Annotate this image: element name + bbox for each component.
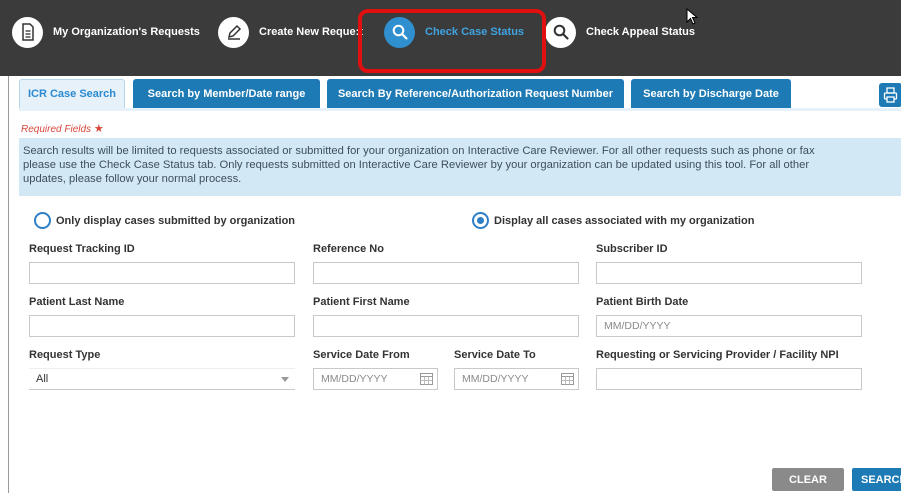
printer-icon[interactable] <box>879 83 901 107</box>
required-fields-text: Required Fields <box>21 124 92 135</box>
request-tracking-id-label: Request Tracking ID <box>29 243 135 255</box>
calendar-icon[interactable] <box>561 373 574 385</box>
request-tracking-id-input[interactable] <box>29 262 295 284</box>
search-button[interactable]: SEARCH <box>852 468 901 491</box>
tab-icr-case-search[interactable]: ICR Case Search <box>19 79 125 108</box>
info-line: Search results will be limited to reques… <box>23 145 815 157</box>
service-date-to-wrapper <box>454 368 579 390</box>
patient-first-name-label: Patient First Name <box>313 296 410 308</box>
nav-my-organizations-requests[interactable]: My Organization's Requests <box>12 16 200 48</box>
tab-search-by-member-date-range[interactable]: Search by Member/Date range <box>133 79 320 108</box>
radio-label: Display all cases associated with my org… <box>494 214 755 227</box>
calendar-icon[interactable] <box>420 373 433 385</box>
chevron-down-icon <box>281 377 289 382</box>
search-icon <box>545 16 576 48</box>
nav-label: Check Case Status <box>425 26 525 38</box>
nav-label: Check Appeal Status <box>586 26 696 38</box>
nav-label: My Organization's Requests <box>53 26 200 38</box>
tab-underline <box>19 108 901 111</box>
request-type-select[interactable]: All <box>29 368 295 390</box>
patient-birth-date-input[interactable] <box>596 315 862 337</box>
case-search-panel: ICR Case Search Search by Member/Date ra… <box>8 76 901 493</box>
reference-no-input[interactable] <box>313 262 579 284</box>
nav-check-case-status[interactable]: Check Case Status <box>384 16 524 48</box>
subscriber-id-label: Subscriber ID <box>596 243 668 255</box>
top-nav-bar: My Organization's Requests Create New Re… <box>0 0 901 76</box>
patient-first-name-input[interactable] <box>313 315 579 337</box>
service-date-from-wrapper <box>313 368 438 390</box>
radio-all-cases[interactable]: Display all cases associated with my org… <box>472 212 754 229</box>
patient-last-name-label: Patient Last Name <box>29 296 125 308</box>
info-line: updates, please follow your normal proce… <box>23 173 242 185</box>
required-fields-note: Required Fields ★ <box>21 122 104 135</box>
info-line: please use the Check Case Status tab. On… <box>23 159 810 171</box>
radio-label: Only display cases submitted by organiza… <box>56 214 296 227</box>
request-type-label: Request Type <box>29 349 101 361</box>
nav-create-new-request[interactable]: Create New Reque:t <box>218 16 363 48</box>
provider-npi-label: Requesting or Servicing Provider / Facil… <box>596 349 839 361</box>
tab-search-by-reference-number[interactable]: Search By Reference/Authorization Reques… <box>327 79 624 108</box>
mouse-cursor-icon <box>686 7 699 29</box>
radio-button[interactable] <box>34 212 51 229</box>
required-star-icon: ★ <box>93 123 104 135</box>
patient-last-name-input[interactable] <box>29 315 295 337</box>
document-icon <box>12 16 43 48</box>
request-type-value: All <box>36 373 49 385</box>
service-date-from-label: Service Date From <box>313 349 410 361</box>
search-icon <box>384 16 415 48</box>
nav-label: Create New Reque:t <box>259 26 363 38</box>
clear-button[interactable]: CLEAR <box>772 468 844 491</box>
service-date-to-label: Service Date To <box>454 349 536 361</box>
nav-check-appeal-status[interactable]: Check Appeal Status <box>545 16 695 48</box>
info-message: Search results will be limited to reques… <box>19 138 901 196</box>
radio-button-selected[interactable] <box>472 212 489 229</box>
tab-search-by-discharge-date[interactable]: Search by Discharge Date <box>631 79 791 108</box>
patient-birth-date-label: Patient Birth Date <box>596 296 689 308</box>
pencil-icon <box>218 16 249 48</box>
subscriber-id-input[interactable] <box>596 262 862 284</box>
radio-org-only[interactable]: Only display cases submitted by organiza… <box>34 212 295 229</box>
provider-npi-input[interactable] <box>596 368 862 390</box>
reference-no-label: Reference No <box>313 243 384 255</box>
